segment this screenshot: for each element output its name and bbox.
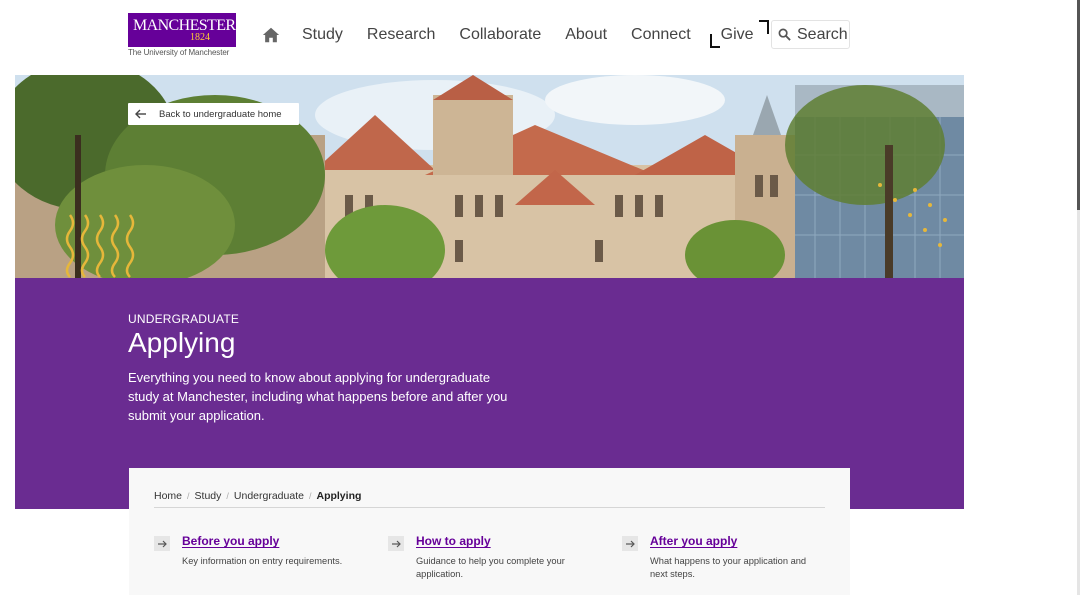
link-description: Guidance to help you complete your appli… (416, 556, 565, 579)
breadcrumb: Home / Study / Undergraduate / Applying (154, 490, 361, 502)
nav-research[interactable]: Research (367, 26, 435, 44)
logo-subtitle: The University of Manchester (128, 48, 230, 57)
divider (154, 507, 825, 508)
content-card: Home / Study / Undergraduate / Applying … (129, 468, 850, 595)
link-title[interactable]: How to apply (416, 534, 491, 548)
home-icon[interactable] (262, 26, 280, 44)
site-header: MANCHESTER 1824 The University of Manche… (0, 0, 1080, 72)
page-title: Applying (128, 327, 236, 358)
nav-give-wrapper[interactable]: Give (709, 20, 769, 48)
nav-about[interactable]: About (565, 26, 607, 44)
arrow-right-icon (622, 536, 638, 551)
link-description: Key information on entry requirements. (182, 556, 343, 566)
breadcrumb-home[interactable]: Home (154, 490, 182, 502)
main-nav: Study Research Collaborate About Connect… (262, 20, 784, 48)
nav-give[interactable]: Give (721, 26, 754, 43)
link-title[interactable]: After you apply (650, 534, 737, 548)
arrow-right-icon (154, 536, 170, 551)
logo-year: 1824 (190, 32, 210, 43)
intro-text: Everything you need to know about applyi… (128, 370, 508, 423)
breadcrumb-current: Applying (316, 490, 362, 502)
breadcrumb-separator: / (308, 491, 312, 501)
nav-collaborate[interactable]: Collaborate (459, 26, 541, 44)
breadcrumb-undergraduate[interactable]: Undergraduate (234, 490, 304, 502)
back-to-undergraduate-button[interactable]: Back to undergraduate home (128, 103, 299, 125)
breadcrumb-separator: / (226, 491, 229, 501)
search-label: Search (797, 25, 848, 43)
breadcrumb-separator: / (187, 491, 190, 501)
logo-box: MANCHESTER 1824 (128, 13, 236, 47)
search-icon (778, 28, 791, 41)
nav-connect[interactable]: Connect (631, 26, 691, 44)
university-logo[interactable]: MANCHESTER 1824 The University of Manche… (128, 13, 236, 57)
nav-study[interactable]: Study (302, 26, 343, 44)
link-description: What happens to your application and nex… (650, 556, 807, 579)
section-eyebrow: UNDERGRADUATE (128, 312, 240, 326)
link-title[interactable]: Before you apply (182, 534, 279, 548)
arrow-left-icon (135, 109, 146, 119)
arrow-right-icon (388, 536, 404, 551)
logo-wordmark: MANCHESTER (133, 17, 236, 34)
focus-bracket (758, 20, 769, 34)
focus-bracket (709, 34, 720, 48)
search-button[interactable]: Search (771, 20, 850, 49)
back-label: Back to undergraduate home (159, 108, 282, 120)
breadcrumb-study[interactable]: Study (195, 490, 222, 502)
